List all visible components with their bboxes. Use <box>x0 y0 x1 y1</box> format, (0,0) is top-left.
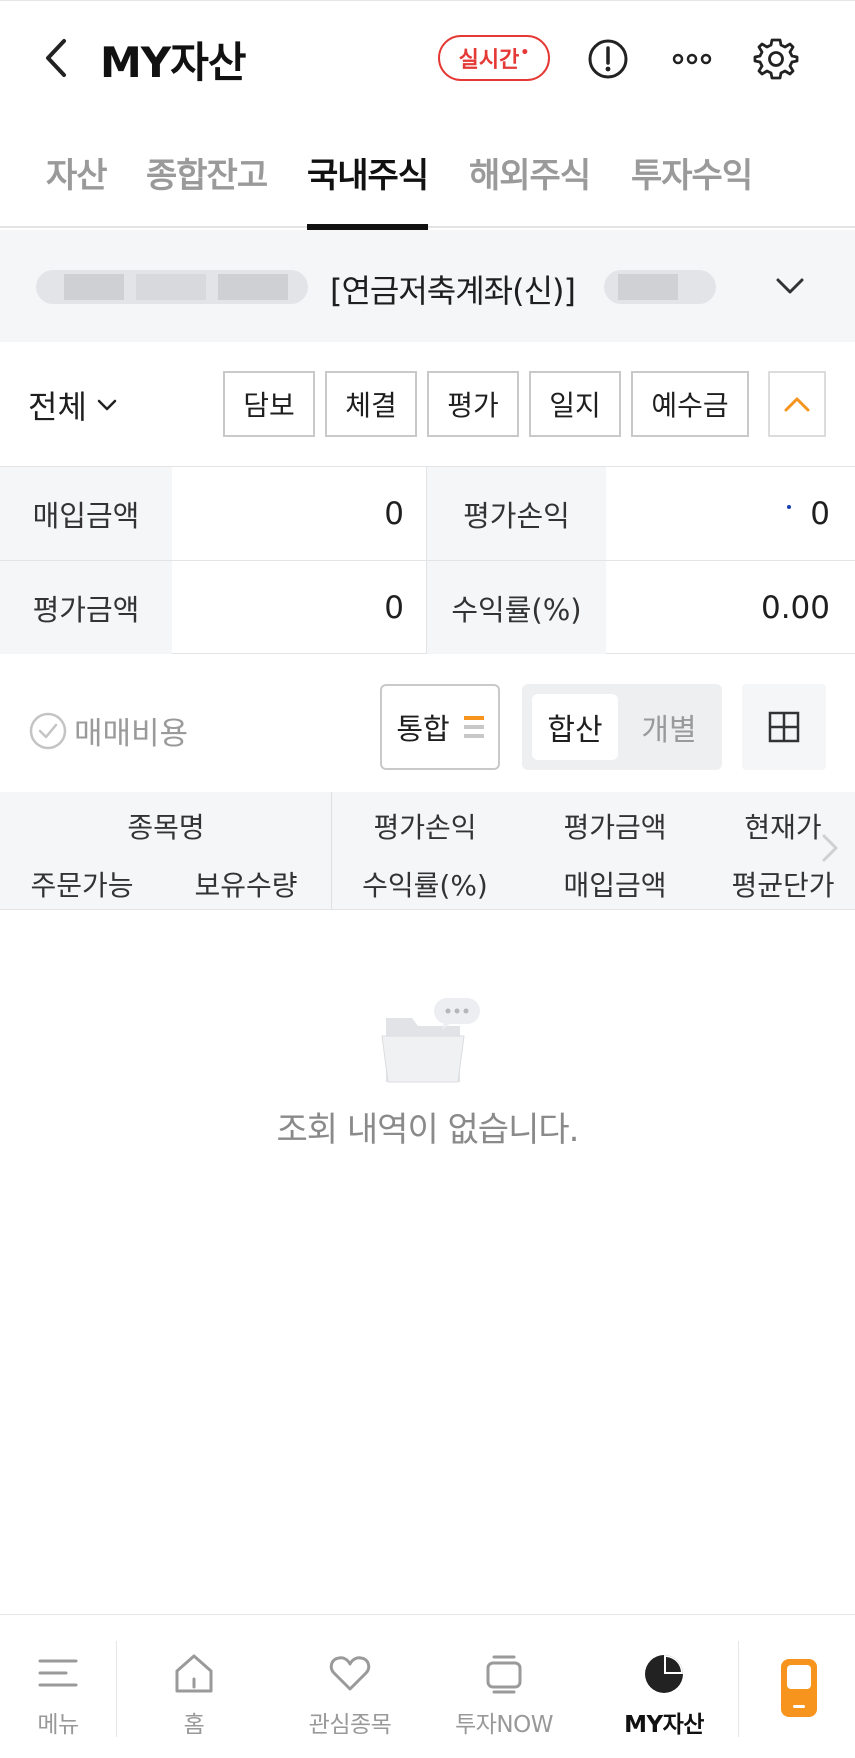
tab-total-balance[interactable]: 종합잔고 <box>146 148 268 228</box>
nav-menu[interactable]: 메뉴 <box>18 1615 98 1758</box>
pie-chart-icon <box>645 1655 683 1693</box>
valuation-amount-value: 0 <box>384 589 404 626</box>
empty-message: 조회 내역이 없습니다. <box>276 1110 580 1150</box>
collapse-button[interactable] <box>768 371 826 437</box>
valuation-pl-label: 평가손익 <box>426 467 606 560</box>
nav-label: 메뉴 <box>37 1712 79 1738</box>
return-rate-value: 0.00 <box>760 589 830 626</box>
valuation-pl-value: 0 <box>810 495 830 532</box>
gear-icon[interactable] <box>752 35 800 83</box>
page-title: MY자산 <box>100 38 246 87</box>
info-icon[interactable] <box>584 35 632 83</box>
tv-icon <box>486 1655 522 1694</box>
back-icon[interactable] <box>38 33 78 83</box>
tab-assets[interactable]: 자산 <box>46 148 108 228</box>
chevron-down-icon <box>776 278 804 294</box>
nav-watchlist[interactable]: 관심종목 <box>290 1615 410 1758</box>
nav-my-assets[interactable]: MY자산 <box>604 1615 724 1758</box>
nav-label: MY자산 <box>624 1712 704 1738</box>
purchase-amount-value: 0 <box>384 495 404 532</box>
tab-bar: 자산 종합잔고 국내주식 해외주식 투자수익 <box>0 112 855 230</box>
grid-plus-icon <box>768 711 800 743</box>
valuation-button[interactable]: 평가 <box>427 371 519 437</box>
menu-icon <box>38 1659 78 1687</box>
aggregate-segment: 합산 개별 <box>522 684 722 770</box>
purchase-amount-label: 매입금액 <box>0 467 172 560</box>
masked-account-suffix <box>604 270 716 304</box>
holdings-table-header: 종목명 평가손익 평가금액 현재가 주문가능 보유수량 수익률(%) 매입금액 … <box>0 792 855 910</box>
segment-individual[interactable]: 개별 <box>626 694 712 760</box>
execution-button[interactable]: 체결 <box>325 371 417 437</box>
trading-fee-checkbox[interactable]: 매매비용 <box>28 708 188 753</box>
col-average-price: 평균단가 <box>731 869 835 902</box>
masked-account-number <box>36 270 308 304</box>
unified-label: 통합 <box>396 712 450 746</box>
summary-table: 매입금액 0 평가손익 0 평가금액 0 수익률(%) 0.00 <box>0 466 855 654</box>
nav-label: 투자NOW <box>455 1712 553 1738</box>
list-toolbar: 매매비용 통합 합산 개별 <box>0 684 855 770</box>
deposit-button[interactable]: 예수금 <box>631 371 749 437</box>
realtime-badge-label: 실시간 <box>458 48 520 73</box>
account-name: [연금저축계좌(신)] <box>330 272 576 310</box>
check-circle-icon <box>29 712 67 749</box>
nav-home[interactable]: 홈 <box>154 1615 234 1758</box>
segment-combined[interactable]: 합산 <box>532 694 618 760</box>
journal-button[interactable]: 일지 <box>529 371 621 437</box>
summary-row: 매입금액 0 평가손익 0 <box>0 467 855 561</box>
home-icon <box>175 1654 213 1693</box>
col-valuation-pl: 평가손익 <box>373 811 477 844</box>
col-purchase-amount: 매입금액 <box>563 869 667 902</box>
empty-folder-icon <box>381 998 480 1083</box>
collateral-button[interactable]: 담보 <box>223 371 315 437</box>
col-valuation-amount: 평가금액 <box>563 811 667 844</box>
empty-state: 조회 내역이 없습니다. <box>0 990 855 1150</box>
phone-icon <box>781 1659 817 1717</box>
tab-investment-returns[interactable]: 투자수익 <box>631 148 753 228</box>
col-return-rate: 수익률(%) <box>362 869 488 902</box>
col-holding-qty: 보유수량 <box>194 869 298 902</box>
summary-row: 평가금액 0 수익률(%) 0.00 <box>0 561 855 655</box>
account-selector[interactable]: [연금저축계좌(신)] <box>0 230 855 342</box>
filter-row: 전체 담보 체결 평가 일지 예수금 <box>0 368 855 438</box>
chevron-up-icon <box>784 397 810 412</box>
heart-icon <box>329 1656 371 1691</box>
bottom-nav: 메뉴 홈 관심종목 투자NOW MY자산 <box>0 1614 855 1758</box>
nav-label: 관심종목 <box>308 1712 392 1738</box>
nav-divider <box>738 1641 739 1737</box>
nav-quick-phone[interactable] <box>764 1615 834 1758</box>
return-rate-label: 수익률(%) <box>426 561 606 654</box>
chevron-right-icon[interactable] <box>818 830 842 866</box>
nav-invest-now[interactable]: 투자NOW <box>444 1615 564 1758</box>
grid-view-button[interactable] <box>742 684 826 770</box>
tab-domestic-stocks[interactable]: 국내주식 <box>307 148 429 230</box>
col-stock-name: 종목명 <box>127 811 205 844</box>
chevron-down-icon <box>97 399 117 411</box>
realtime-badge[interactable]: 실시간 • <box>438 35 550 81</box>
filter-dropdown-label: 전체 <box>28 388 87 426</box>
realtime-dot: • <box>520 45 530 61</box>
app-header: MY자산 실시간 • <box>0 0 855 112</box>
column-divider <box>331 792 332 910</box>
more-icon[interactable] <box>668 35 716 83</box>
valuation-amount-label: 평가금액 <box>0 561 172 654</box>
tab-overseas-stocks[interactable]: 해외주식 <box>469 148 591 228</box>
nav-label: 홈 <box>183 1712 205 1738</box>
nav-divider <box>116 1641 117 1737</box>
list-order-icon <box>463 716 484 738</box>
col-orderable: 주문가능 <box>30 869 134 902</box>
unified-view-button[interactable]: 통합 <box>380 684 500 770</box>
filter-dropdown[interactable]: 전체 <box>28 382 119 428</box>
trading-fee-label: 매매비용 <box>74 716 189 752</box>
